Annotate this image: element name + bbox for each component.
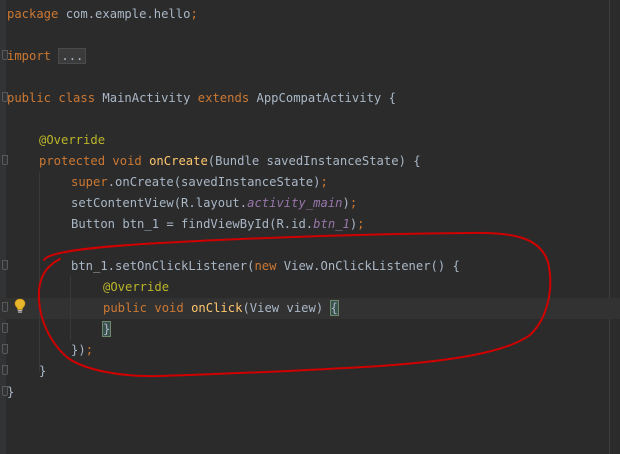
code-editor[interactable]: package com.example.hello; import ... publ… [0, 0, 620, 454]
freehand-circle-stroke [37, 231, 552, 378]
red-annotation-circle [37, 231, 552, 378]
